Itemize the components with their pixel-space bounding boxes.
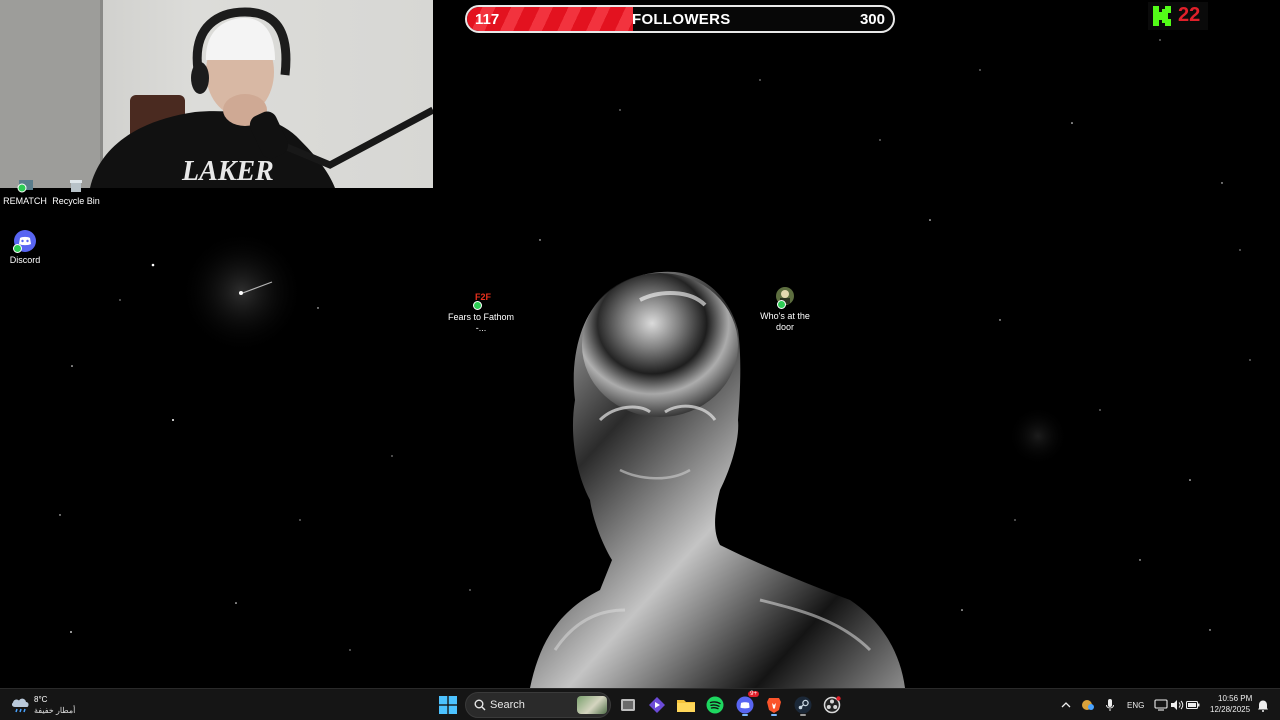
chevron-up-icon xyxy=(1061,702,1071,708)
brave-browser-icon xyxy=(767,698,781,713)
desktop-icon-label: Recycle Bin xyxy=(52,196,100,206)
whos-at-the-door-icon xyxy=(773,285,797,309)
battery-icon xyxy=(1186,701,1200,709)
search-label: Search xyxy=(490,699,525,711)
svg-text:LAKER: LAKER xyxy=(181,156,274,187)
taskbar-app-obs[interactable] xyxy=(820,693,844,717)
desktop-icon-recycle-bin[interactable]: Recycle Bin xyxy=(41,180,111,207)
bell-icon xyxy=(1258,700,1268,712)
follower-goal-count: 300 xyxy=(859,11,885,28)
spotify-icon xyxy=(706,696,724,714)
taskbar-app-spotify[interactable] xyxy=(703,693,727,717)
search-highlight-image xyxy=(577,696,607,714)
shortcut-check-icon xyxy=(777,300,786,309)
app-running-indicator xyxy=(800,714,806,716)
recycle-bin-icon xyxy=(64,180,88,194)
webcam-feed: LAKER xyxy=(0,0,433,188)
obs-record-icon xyxy=(823,696,841,714)
kick-viewer-counter: 22 xyxy=(1148,2,1208,30)
taskbar-app-brave[interactable] xyxy=(762,693,786,717)
diamond-app-icon xyxy=(649,697,665,713)
show-hidden-icons-button[interactable] xyxy=(1056,693,1076,717)
follower-current-count: 117 xyxy=(475,11,500,28)
input-language-indicator[interactable]: ENG xyxy=(1127,701,1144,710)
weather-widget[interactable]: 8°C أمطار خفيفة xyxy=(8,692,98,718)
windows-start-icon xyxy=(439,696,457,714)
folder-icon xyxy=(677,700,695,712)
discord-icon xyxy=(736,696,754,714)
follower-label: FOLLOWERS xyxy=(632,11,731,28)
follower-goal-bar: 117 FOLLOWERS 300 xyxy=(465,5,895,33)
tray-app-button[interactable] xyxy=(1078,693,1098,717)
webcam-image: LAKER xyxy=(0,0,433,188)
weather-temperature: 8°C xyxy=(34,695,48,704)
steam-icon xyxy=(794,696,812,714)
desktop-icon-label: Fears to Fathom -... xyxy=(447,312,515,333)
start-button[interactable] xyxy=(436,693,460,717)
taskbar-app-file-explorer[interactable] xyxy=(674,693,698,717)
network-icon xyxy=(1154,699,1168,711)
desktop-icon-label: Discord xyxy=(9,255,41,265)
chrome-bust xyxy=(530,271,905,688)
fears-to-fathom-icon: F2F xyxy=(469,290,493,310)
desktop-icon-fears-to-fathom[interactable]: F2F Fears to Fathom -... xyxy=(446,290,516,334)
weather-description: أمطار خفيفة xyxy=(34,706,76,715)
shortcut-check-icon xyxy=(13,244,22,253)
desktop-icon-label: Who's at the door xyxy=(760,311,810,332)
taskbar-app-steam[interactable] xyxy=(791,693,815,717)
kick-logo-icon xyxy=(1153,6,1171,26)
volume-icon xyxy=(1171,700,1184,710)
task-view-button[interactable] xyxy=(616,693,640,717)
taskbar: 8°C أمطار خفيفة Search 9+ ENG 10:56 PM 1… xyxy=(0,688,1280,720)
task-view-icon xyxy=(621,699,635,711)
taskbar-app-discord[interactable]: 9+ xyxy=(733,691,759,717)
clock-date[interactable]: 12/28/2025 xyxy=(1210,705,1250,714)
tray-app-icon xyxy=(1082,700,1094,710)
microphone-button[interactable] xyxy=(1100,693,1120,717)
discord-icon xyxy=(13,229,37,253)
taskbar-search-box[interactable]: Search xyxy=(465,692,611,718)
rematch-game-icon xyxy=(13,180,37,194)
taskbar-app-diamond[interactable] xyxy=(645,693,669,717)
discord-notification-badge: 9+ xyxy=(748,691,759,697)
app-running-indicator xyxy=(771,714,777,716)
clock-time[interactable]: 10:56 PM xyxy=(1218,694,1252,703)
notification-center-button[interactable] xyxy=(1253,693,1273,717)
app-running-indicator xyxy=(742,714,748,716)
search-icon xyxy=(474,699,486,711)
weather-rain-cloud-icon xyxy=(11,698,29,713)
desktop-icon-discord[interactable]: Discord xyxy=(0,229,60,266)
shortcut-check-icon xyxy=(473,301,482,310)
microphone-icon xyxy=(1106,699,1114,711)
kick-viewer-count: 22 xyxy=(1178,4,1201,26)
battery-button[interactable] xyxy=(1183,693,1203,717)
desktop-icon-whos-at-the-door[interactable]: Who's at the door xyxy=(750,285,820,333)
